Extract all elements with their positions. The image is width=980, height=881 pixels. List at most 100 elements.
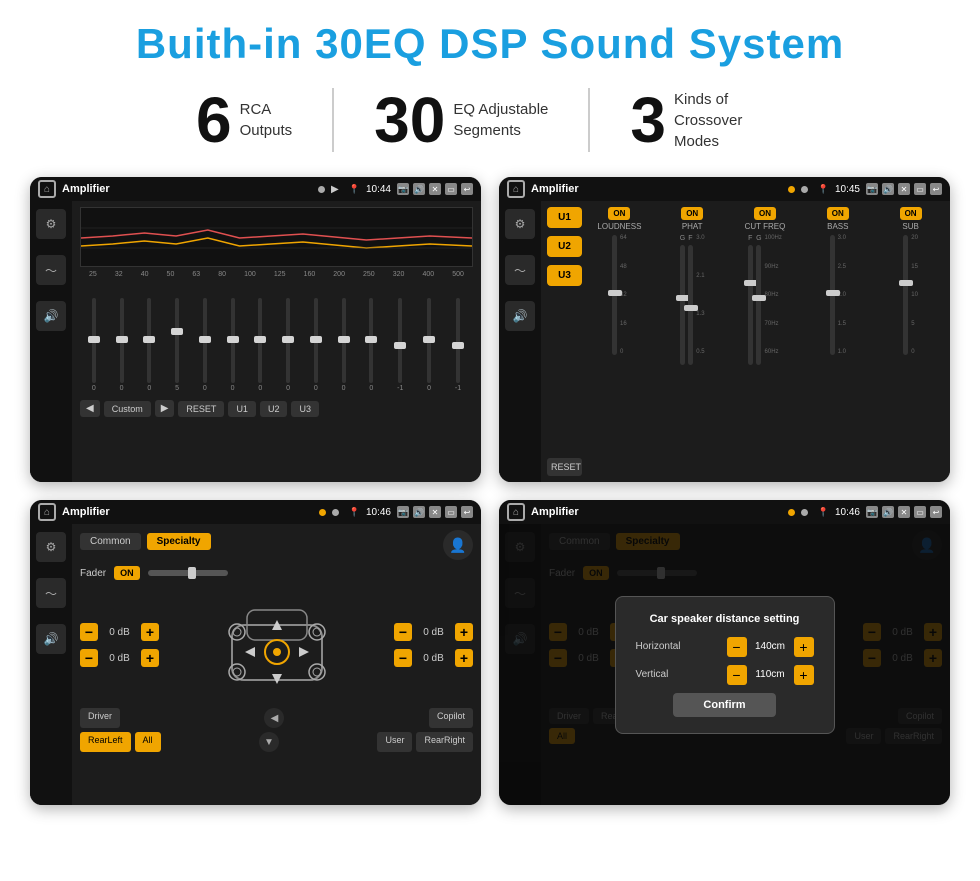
phat-slider-f[interactable]: [688, 245, 693, 365]
amp-ch-cutfreq: ON CUT FREQ F G: [732, 207, 799, 476]
eq-wave-btn[interactable]: 〜: [36, 255, 66, 285]
cutfreq-slider-f[interactable]: [748, 245, 753, 365]
stat-crossover-label: Kinds ofCrossover Modes: [674, 89, 784, 152]
eq-slider-6[interactable]: 0: [258, 298, 262, 392]
amp-filter-btn[interactable]: ⚙: [505, 209, 535, 239]
eq-slider-4[interactable]: 0: [203, 298, 207, 392]
sub-slider[interactable]: [903, 235, 908, 355]
plus-btn-3[interactable]: +: [455, 649, 473, 667]
copilot-btn[interactable]: Copilot: [429, 708, 473, 728]
eq-slider-1[interactable]: 0: [120, 298, 124, 392]
page-title: Buith-in 30EQ DSP Sound System: [30, 20, 950, 68]
cross-wave-btn[interactable]: 〜: [36, 578, 66, 608]
amp-screen2: ⚙ 〜 🔊 U1 U2 U3 RESET ON: [499, 201, 950, 482]
stat-eq-number: 30: [374, 88, 445, 152]
cross-speaker-btn[interactable]: 🔊: [36, 624, 66, 654]
eq-filter-btn[interactable]: ⚙: [36, 209, 66, 239]
center-arrow-down[interactable]: ▼: [259, 732, 279, 752]
back-icon-4[interactable]: ↩: [930, 506, 942, 518]
eq-slider-0[interactable]: 0: [92, 298, 96, 392]
dialog-horizontal-row: Horizontal − 140cm +: [636, 637, 814, 657]
u2-btn-1[interactable]: U2: [260, 401, 288, 417]
user-btn[interactable]: User: [377, 732, 412, 752]
back-icon-1[interactable]: ↩: [461, 183, 473, 195]
home-icon-4[interactable]: [507, 503, 525, 521]
eq-slider-12[interactable]: 0: [427, 298, 431, 392]
eq-speaker-btn[interactable]: 🔊: [36, 301, 66, 331]
plus-btn-1[interactable]: +: [141, 649, 159, 667]
amp-u1-btn[interactable]: U1: [547, 207, 582, 228]
cutfreq-slider-g[interactable]: [756, 245, 761, 365]
eq-slider-9[interactable]: 0: [342, 298, 346, 392]
reset-btn-1[interactable]: RESET: [178, 401, 224, 417]
custom-btn[interactable]: Custom: [104, 401, 151, 417]
sub-label: SUB: [902, 222, 918, 231]
back-icon-2[interactable]: ↩: [930, 183, 942, 195]
eq-slider-3[interactable]: 5: [175, 298, 179, 392]
eq-slider-11[interactable]: -1: [397, 298, 403, 392]
cross-filter-btn[interactable]: ⚙: [36, 532, 66, 562]
fader-on-btn[interactable]: ON: [114, 566, 140, 580]
cross-controls-left: − 0 dB + − 0 dB +: [80, 623, 159, 667]
phat-on-btn[interactable]: ON: [681, 207, 703, 220]
minus-btn-3[interactable]: −: [394, 649, 412, 667]
rearright-btn[interactable]: RearRight: [416, 732, 473, 752]
amp-u2-btn[interactable]: U2: [547, 236, 582, 257]
loudness-slider[interactable]: [612, 235, 617, 355]
bass-slider[interactable]: [830, 235, 835, 355]
camera-icon-4: 📷: [866, 506, 878, 518]
home-icon-3[interactable]: [38, 503, 56, 521]
driver-btn[interactable]: Driver: [80, 708, 120, 728]
eq-slider-8[interactable]: 0: [314, 298, 318, 392]
u1-btn-1[interactable]: U1: [228, 401, 256, 417]
app-title-3: Amplifier: [62, 506, 313, 518]
vertical-minus-btn[interactable]: −: [727, 665, 747, 685]
cross-tab-common[interactable]: Common: [80, 533, 141, 550]
stat-crossover: 3 Kinds ofCrossover Modes: [590, 88, 824, 152]
sub-on-btn[interactable]: ON: [900, 207, 922, 220]
minus-btn-0[interactable]: −: [80, 623, 98, 641]
rearleft-btn[interactable]: RearLeft: [80, 732, 131, 752]
amp-reset-btn[interactable]: RESET: [547, 458, 582, 476]
horizontal-minus-btn[interactable]: −: [727, 637, 747, 657]
next-btn[interactable]: ▶: [155, 400, 175, 417]
eq-slider-13[interactable]: -1: [455, 298, 461, 392]
home-icon-1[interactable]: [38, 180, 56, 198]
amp-speaker-btn[interactable]: 🔊: [505, 301, 535, 331]
fader-thumb[interactable]: [188, 567, 196, 579]
battery-icon-1: ▭: [445, 183, 457, 195]
all-btn[interactable]: All: [135, 732, 161, 752]
cross-body: − 0 dB + − 0 dB +: [80, 590, 473, 700]
cutfreq-on-btn[interactable]: ON: [754, 207, 776, 220]
user-icon-3[interactable]: 👤: [443, 530, 473, 560]
eq-slider-5[interactable]: 0: [231, 298, 235, 392]
eq-left-sidebar: ⚙ 〜 🔊: [30, 201, 72, 482]
minus-btn-2[interactable]: −: [394, 623, 412, 641]
eq-slider-2[interactable]: 0: [147, 298, 151, 392]
home-icon-2[interactable]: [507, 180, 525, 198]
back-icon-3[interactable]: ↩: [461, 506, 473, 518]
fader-track[interactable]: [148, 570, 228, 576]
battery-icon-4: ▭: [914, 506, 926, 518]
amp-u3-btn[interactable]: U3: [547, 265, 582, 286]
cross-tab-specialty[interactable]: Specialty: [147, 533, 211, 550]
phat-slider-area: G F: [680, 235, 705, 476]
screenshots-grid: Amplifier ▶ 📍 10:44 📷 🔊 ✕ ▭ ↩ ⚙ 〜 🔊: [30, 177, 950, 805]
vertical-label: Vertical: [636, 669, 669, 680]
cross-val-2: 0 dB: [416, 627, 451, 638]
vertical-plus-btn[interactable]: +: [794, 665, 814, 685]
bass-on-btn[interactable]: ON: [827, 207, 849, 220]
plus-btn-0[interactable]: +: [141, 623, 159, 641]
center-arrow-left[interactable]: ◀: [264, 708, 284, 728]
prev-btn[interactable]: ◀: [80, 400, 100, 417]
plus-btn-2[interactable]: +: [455, 623, 473, 641]
minus-btn-1[interactable]: −: [80, 649, 98, 667]
confirm-button[interactable]: Confirm: [673, 693, 775, 717]
u3-btn-1[interactable]: U3: [291, 401, 319, 417]
horizontal-plus-btn[interactable]: +: [794, 637, 814, 657]
eq-slider-10[interactable]: 0: [369, 298, 373, 392]
eq-slider-7[interactable]: 0: [286, 298, 290, 392]
amp-wave-btn[interactable]: 〜: [505, 255, 535, 285]
loudness-on-btn[interactable]: ON: [608, 207, 630, 220]
stat-crossover-number: 3: [630, 88, 666, 152]
